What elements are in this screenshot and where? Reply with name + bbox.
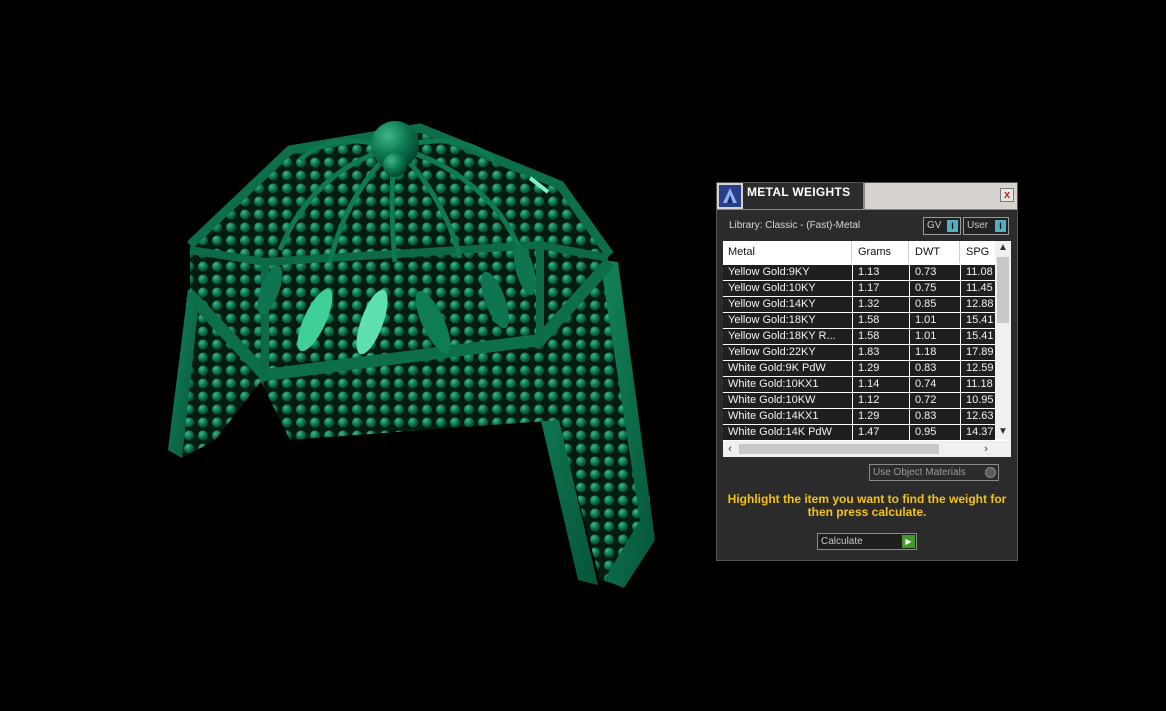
user-toggle[interactable]: User I: [963, 217, 1009, 235]
table-row[interactable]: Yellow Gold:18KY 1.58 1.01 15.41: [723, 313, 995, 329]
library-label: Library: Classic - (Fast)-Metal: [729, 220, 861, 231]
cell-spg: 11.18: [961, 377, 995, 392]
table-row[interactable]: White Gold:14K PdW 1.47 0.95 14.37: [723, 425, 995, 441]
user-toggle-icon: I: [995, 220, 1006, 232]
cell-metal: Yellow Gold:18KY R...: [723, 329, 852, 344]
cell-dwt: 0.74: [910, 377, 960, 392]
table-body: Yellow Gold:9KY 1.13 0.73 11.08 Yellow Gold:…: [723, 265, 995, 441]
cell-spg: 10.95: [961, 393, 995, 408]
cell-dwt: 0.73: [910, 265, 960, 280]
table-row[interactable]: White Gold:9K PdW 1.29 0.83 12.59: [723, 361, 995, 377]
cell-grams: 1.29: [853, 409, 909, 424]
cell-metal: Yellow Gold:14KY: [723, 297, 852, 312]
column-header-dwt[interactable]: DWT: [910, 241, 960, 263]
cell-grams: 1.58: [853, 313, 909, 328]
cell-grams: 1.58: [853, 329, 909, 344]
cell-grams: 1.47: [853, 425, 909, 440]
panel-titlebar[interactable]: METAL WEIGHTS x: [717, 183, 1017, 210]
scroll-left-icon[interactable]: ‹: [723, 441, 737, 457]
cell-grams: 1.12: [853, 393, 909, 408]
use-object-materials-toggle[interactable]: Use Object Materials: [869, 464, 999, 481]
cell-dwt: 0.85: [910, 297, 960, 312]
cell-dwt: 0.83: [910, 409, 960, 424]
gv-label: GV: [927, 220, 942, 231]
scroll-down-icon[interactable]: ▼: [995, 425, 1011, 439]
cell-grams: 1.83: [853, 345, 909, 360]
cell-metal: White Gold:10KX1: [723, 377, 852, 392]
panel-title: METAL WEIGHTS: [747, 185, 851, 199]
metal-table[interactable]: Metal Grams DWT SPG Yellow Gold:9KY 1.13 0…: [723, 241, 1011, 457]
scroll-corner: [995, 441, 1011, 457]
scroll-right-icon[interactable]: ›: [979, 441, 993, 457]
cell-spg: 17.89: [961, 345, 995, 360]
cell-spg: 15.41: [961, 329, 995, 344]
3d-viewport[interactable]: [0, 0, 700, 706]
cell-metal: Yellow Gold:18KY: [723, 313, 852, 328]
cell-metal: White Gold:14KX1: [723, 409, 852, 424]
table-row[interactable]: Yellow Gold:22KY 1.83 1.18 17.89: [723, 345, 995, 361]
radio-icon: [985, 467, 996, 478]
cell-grams: 1.17: [853, 281, 909, 296]
cell-dwt: 0.83: [910, 361, 960, 376]
horizontal-scrollbar[interactable]: ‹ ›: [723, 441, 995, 457]
column-header-grams[interactable]: Grams: [853, 241, 909, 263]
cell-metal: White Gold:9K PdW: [723, 361, 852, 376]
metal-weights-panel: METAL WEIGHTS x Library: Classic - (Fast…: [716, 182, 1018, 561]
cell-spg: 12.88: [961, 297, 995, 312]
cell-spg: 11.45: [961, 281, 995, 296]
calculate-button[interactable]: Calculate ▶: [817, 533, 917, 550]
table-row[interactable]: Yellow Gold:10KY 1.17 0.75 11.45: [723, 281, 995, 297]
column-header-spg[interactable]: SPG: [961, 241, 995, 263]
cell-grams: 1.29: [853, 361, 909, 376]
cell-metal: Yellow Gold:10KY: [723, 281, 852, 296]
cell-dwt: 1.01: [910, 329, 960, 344]
vertical-scroll-thumb[interactable]: [997, 257, 1009, 323]
cell-spg: 15.41: [961, 313, 995, 328]
user-label: User: [967, 220, 989, 231]
cell-grams: 1.14: [853, 377, 909, 392]
column-header-metal[interactable]: Metal: [723, 241, 852, 263]
cell-dwt: 0.75: [910, 281, 960, 296]
cell-grams: 1.13: [853, 265, 909, 280]
table-row[interactable]: Yellow Gold:14KY 1.32 0.85 12.88: [723, 297, 995, 313]
cell-dwt: 0.95: [910, 425, 960, 440]
gv-toggle[interactable]: GV I: [923, 217, 961, 235]
table-row[interactable]: White Gold:10KX1 1.14 0.74 11.18: [723, 377, 995, 393]
cell-grams: 1.32: [853, 297, 909, 312]
cell-dwt: 1.01: [910, 313, 960, 328]
cell-metal: White Gold:10KW: [723, 393, 852, 408]
cell-metal: Yellow Gold:9KY: [723, 265, 852, 280]
cell-dwt: 1.18: [910, 345, 960, 360]
use-object-materials-label: Use Object Materials: [873, 467, 966, 478]
table-header: Metal Grams DWT SPG: [723, 241, 995, 263]
cell-metal: Yellow Gold:22KY: [723, 345, 852, 360]
instruction-text: Highlight the item you want to find the …: [727, 492, 1007, 519]
table-row[interactable]: White Gold:10KW 1.12 0.72 10.95: [723, 393, 995, 409]
play-arrow-icon: ▶: [902, 535, 915, 548]
cell-spg: 14.37: [961, 425, 995, 440]
vertical-scrollbar[interactable]: ▲ ▼: [995, 241, 1011, 439]
table-row[interactable]: White Gold:14KX1 1.29 0.83 12.63: [723, 409, 995, 425]
gv-toggle-icon: I: [947, 220, 958, 232]
rhino-app-icon: [719, 185, 741, 207]
scroll-up-icon[interactable]: ▲: [995, 241, 1011, 255]
horizontal-scroll-thumb[interactable]: [739, 444, 939, 454]
cell-spg: 12.59: [961, 361, 995, 376]
cell-spg: 11.08: [961, 265, 995, 280]
table-row[interactable]: Yellow Gold:9KY 1.13 0.73 11.08: [723, 265, 995, 281]
close-button[interactable]: x: [1000, 188, 1014, 202]
panel-title-tab[interactable]: METAL WEIGHTS: [743, 183, 865, 209]
cell-dwt: 0.72: [910, 393, 960, 408]
cell-spg: 12.63: [961, 409, 995, 424]
ring-model: [168, 121, 655, 588]
calculate-label: Calculate: [821, 536, 863, 547]
table-row[interactable]: Yellow Gold:18KY R... 1.58 1.01 15.41: [723, 329, 995, 345]
cell-metal: White Gold:14K PdW: [723, 425, 852, 440]
